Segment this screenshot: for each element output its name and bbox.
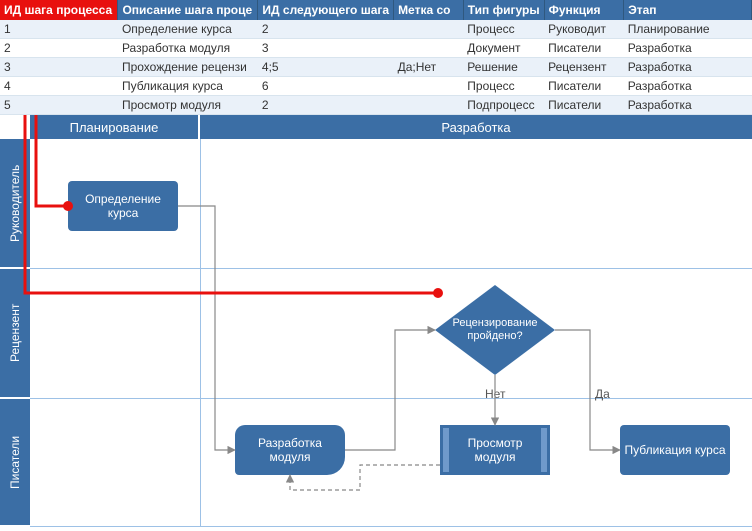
cell-next: 6 — [258, 77, 394, 96]
cell-label: Да;Нет — [394, 58, 464, 77]
cell-label — [394, 96, 464, 115]
cell-desc: Прохождение рецензи — [118, 58, 258, 77]
lane-body-reviewer — [30, 269, 752, 399]
cell-phase: Разработка — [624, 96, 752, 115]
cell-phase: Планирование — [624, 20, 752, 39]
cell-desc: Определение курса — [118, 20, 258, 39]
lane-label-manager: Руководитель — [0, 139, 30, 269]
cell-func: Рецензент — [544, 58, 624, 77]
cell-next: 2 — [258, 96, 394, 115]
cell-desc: Просмотр модуля — [118, 96, 258, 115]
cell-phase: Разработка — [624, 58, 752, 77]
phase-header-development: Разработка — [200, 115, 752, 139]
node-define-course[interactable]: Определение курса — [68, 181, 178, 231]
table-row: 5 Просмотр модуля 2 Подпроцесс Писатели … — [0, 96, 752, 115]
col-header-shape: Тип фигуры — [463, 0, 544, 20]
node-review-decision[interactable]: Рецензирование пройдено? — [435, 285, 555, 375]
cell-id: 3 — [0, 58, 118, 77]
node-develop-module[interactable]: Разработка модуля — [235, 425, 345, 475]
cell-next: 4;5 — [258, 58, 394, 77]
edge-label-yes: Да — [595, 387, 610, 401]
cell-label — [394, 77, 464, 96]
cell-shape: Подпроцесс — [463, 96, 544, 115]
cell-label — [394, 39, 464, 58]
table-row: 1 Определение курса 2 Процесс Руководит … — [0, 20, 752, 39]
col-header-desc: Описание шага проце — [118, 0, 258, 20]
table-row: 3 Прохождение рецензи 4;5 Да;Нет Решение… — [0, 58, 752, 77]
phase-header-planning: Планирование — [30, 115, 200, 139]
cell-shape: Документ — [463, 39, 544, 58]
cell-desc: Разработка модуля — [118, 39, 258, 58]
process-table: ИД шага процесса Описание шага проце ИД … — [0, 0, 752, 115]
cell-id: 1 — [0, 20, 118, 39]
cell-next: 3 — [258, 39, 394, 58]
node-inspect-module[interactable]: Просмотр модуля — [440, 425, 550, 475]
phase-separator — [200, 139, 201, 527]
col-header-id: ИД шага процесса — [0, 0, 118, 20]
cell-shape: Процесс — [463, 77, 544, 96]
cell-shape: Решение — [463, 58, 544, 77]
cell-id: 5 — [0, 96, 118, 115]
lane-label-writers: Писатели — [0, 399, 30, 527]
cell-desc: Публикация курса — [118, 77, 258, 96]
col-header-label: Метка со — [394, 0, 464, 20]
cell-func: Писатели — [544, 96, 624, 115]
edge-label-no: Нет — [485, 387, 505, 401]
cell-shape: Процесс — [463, 20, 544, 39]
table-body: 1 Определение курса 2 Процесс Руководит … — [0, 20, 752, 115]
cell-func: Руководит — [544, 20, 624, 39]
cell-id: 2 — [0, 39, 118, 58]
cell-phase: Разработка — [624, 39, 752, 58]
node-review-label: Рецензирование пройдено? — [435, 285, 555, 375]
cell-next: 2 — [258, 20, 394, 39]
col-header-func: Функция — [544, 0, 624, 20]
table-row: 4 Публикация курса 6 Процесс Писатели Ра… — [0, 77, 752, 96]
cell-phase: Разработка — [624, 77, 752, 96]
node-publish-course[interactable]: Публикация курса — [620, 425, 730, 475]
cell-func: Писатели — [544, 39, 624, 58]
swimlane-diagram: Планирование Разработка Руководитель Рец… — [0, 115, 752, 527]
table-row: 2 Разработка модуля 3 Документ Писатели … — [0, 39, 752, 58]
cell-label — [394, 20, 464, 39]
lane-label-reviewer: Рецензент — [0, 269, 30, 399]
col-header-next: ИД следующего шага — [258, 0, 394, 20]
cell-func: Писатели — [544, 77, 624, 96]
col-header-phase: Этап — [624, 0, 752, 20]
cell-id: 4 — [0, 77, 118, 96]
